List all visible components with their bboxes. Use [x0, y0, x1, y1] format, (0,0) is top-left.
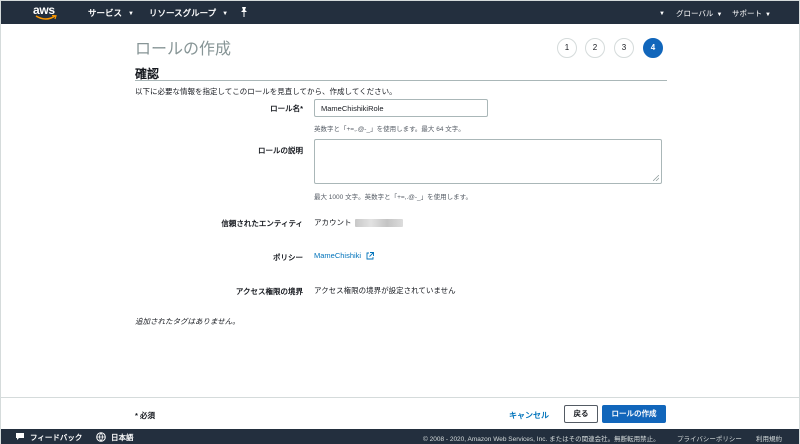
support-menu[interactable]: サポート ▼ [732, 8, 771, 19]
wizard-step-3[interactable]: 3 [614, 38, 634, 58]
region-menu-label: グローバル [676, 9, 714, 18]
action-bar-divider [1, 397, 799, 398]
support-menu-label: サポート [732, 9, 762, 18]
language-selector[interactable]: 日本語 [111, 432, 134, 443]
wizard-step-2[interactable]: 2 [585, 38, 605, 58]
chevron-down-icon: ▼ [659, 11, 665, 17]
role-description-hint: 最大 1000 文字。英数字と「+=,.@-_」を使用します。 [314, 194, 473, 201]
aws-smile-icon [35, 15, 57, 20]
services-menu[interactable]: サービス ▼ [88, 7, 134, 19]
policy-label: ポリシー [273, 253, 303, 262]
pin-icon[interactable] [239, 6, 249, 18]
top-navigation-bar: aws サービス ▼ リソースグループ ▼ ▼ グローバル ▼ サポート ▼ [1, 1, 799, 24]
role-name-hint: 英数字と「+=,.@-_」を使用します。最大 64 文字。 [314, 126, 465, 133]
required-note: * 必須 [135, 411, 156, 420]
resource-groups-menu[interactable]: リソースグループ ▼ [149, 7, 228, 19]
trusted-entity-label: 信頼されたエンティティ [221, 219, 303, 228]
console-footer: フィードバック 日本語 © 2008 - 2020, Amazon Web Se… [1, 429, 799, 444]
policy-value[interactable]: MameChishiki [314, 251, 375, 260]
aws-logo[interactable]: aws [33, 3, 59, 21]
chevron-down-icon: ▼ [716, 12, 723, 18]
resize-grip-icon[interactable] [653, 175, 659, 181]
feedback-icon [16, 433, 24, 440]
trusted-entity-text: アカウント [314, 218, 352, 227]
role-description-label: ロールの説明 [258, 146, 303, 155]
policy-link[interactable]: MameChishiki [314, 251, 361, 260]
redacted-account-id [354, 219, 403, 228]
wizard-step-1[interactable]: 1 [557, 38, 577, 58]
region-menu[interactable]: グローバル ▼ [676, 8, 722, 19]
chevron-down-icon: ▼ [128, 10, 134, 17]
tags-note: 追加されたタグはありません。 [135, 317, 240, 326]
privacy-policy-link[interactable]: プライバシーポリシー [677, 433, 742, 443]
page-title: ロールの作成 [135, 41, 232, 58]
terms-link[interactable]: 利用規約 [756, 433, 782, 443]
chevron-down-icon: ▼ [765, 12, 771, 18]
role-description-textarea[interactable] [314, 139, 662, 184]
create-role-button[interactable]: ロールの作成 [602, 405, 666, 423]
back-button[interactable]: 戻る [564, 405, 598, 423]
chevron-down-icon: ▼ [222, 10, 229, 17]
role-name-input[interactable] [314, 99, 488, 117]
trusted-entity-value: アカウント [314, 217, 403, 228]
services-menu-label: サービス [88, 8, 123, 18]
permissions-boundary-value: アクセス権限の境界が設定されていません [314, 286, 456, 295]
intro-text: 以下に必要な情報を指定してこのロールを見直してから、作成してください。 [135, 87, 397, 96]
globe-icon [96, 432, 106, 442]
notifications-menu[interactable]: ▼ [656, 8, 665, 17]
permissions-boundary-label: アクセス権限の境界 [235, 287, 303, 296]
cancel-button[interactable]: キャンセル [509, 410, 549, 421]
resource-groups-menu-label: リソースグループ [149, 8, 217, 18]
section-divider [135, 80, 667, 81]
wizard-step-4: 4 [643, 38, 663, 58]
feedback-link[interactable]: フィードバック [30, 432, 82, 443]
external-link-icon [366, 252, 375, 260]
role-name-label: ロール名* [270, 104, 303, 113]
copyright-text: © 2008 - 2020, Amazon Web Services, Inc.… [423, 436, 660, 443]
